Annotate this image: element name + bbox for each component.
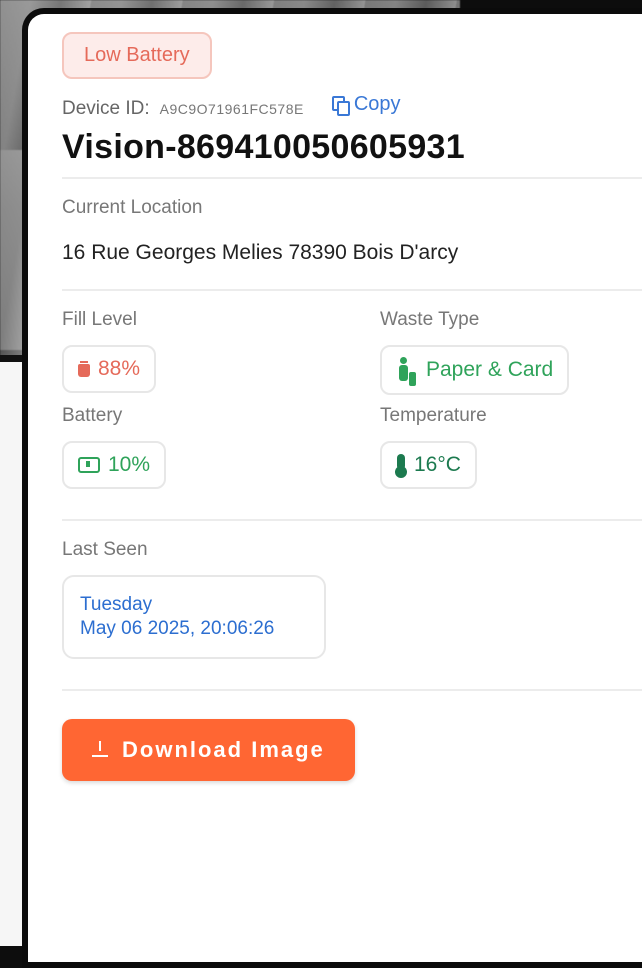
- location-label: Current Location: [62, 196, 203, 218]
- recycle-person-icon: [396, 356, 418, 383]
- waste-type-label: Waste Type: [380, 308, 480, 330]
- battery-icon: [78, 456, 100, 473]
- background-panel: [0, 362, 24, 946]
- thermometer-icon: [395, 453, 407, 478]
- fill-level-chip: 88%: [62, 344, 157, 393]
- battery-chip: 10%: [62, 440, 167, 489]
- last-seen-label: Last Seen: [62, 538, 148, 560]
- copy-icon: [331, 95, 350, 116]
- status-badge: Low Battery: [62, 32, 212, 79]
- device-id-value: A9C9O71961FC578E: [159, 100, 304, 117]
- battery-cell: Battery 10%: [62, 405, 380, 489]
- battery-label: Battery: [62, 404, 123, 426]
- temperature-chip: 16°C: [380, 440, 477, 489]
- device-name: Vision-869410050605931: [62, 127, 465, 166]
- device-detail-card: Low Battery Device ID: A9C9O71961FC578E …: [22, 8, 642, 968]
- download-image-button[interactable]: Download Image: [62, 718, 355, 781]
- location-value: 16 Rue Georges Melies 78390 Bois D'arcy: [62, 240, 459, 264]
- trash-icon: [78, 360, 90, 377]
- waste-type-value: Paper & Card: [426, 357, 554, 381]
- device-id-row: Device ID: A9C9O71961FC578E Copy: [62, 93, 642, 120]
- battery-value: 10%: [108, 452, 151, 476]
- divider: [62, 518, 642, 521]
- divider: [62, 288, 642, 291]
- copy-label: Copy: [353, 93, 401, 115]
- temperature-value: 16°C: [414, 452, 461, 476]
- download-label: Download Image: [122, 736, 325, 762]
- temperature-label: Temperature: [380, 404, 487, 426]
- fill-level-value: 88%: [98, 356, 141, 380]
- last-seen-day: Tuesday: [80, 593, 153, 615]
- fill-level-cell: Fill Level 88%: [62, 309, 380, 395]
- last-seen-box: Tuesday May 06 2025, 20:06:26: [62, 574, 326, 659]
- fill-level-label: Fill Level: [62, 308, 137, 330]
- waste-type-cell: Waste Type Paper & Card: [380, 309, 640, 395]
- download-icon: [92, 740, 108, 759]
- device-id-label: Device ID:: [62, 97, 150, 119]
- copy-button[interactable]: Copy: [331, 93, 401, 116]
- last-seen-datetime: May 06 2025, 20:06:26: [80, 617, 275, 639]
- metrics-grid: Fill Level 88% Waste Type Paper & Card B…: [62, 309, 642, 489]
- divider: [62, 176, 642, 179]
- temperature-cell: Temperature 16°C: [380, 405, 640, 489]
- waste-type-chip: Paper & Card: [380, 344, 570, 395]
- divider: [62, 688, 642, 691]
